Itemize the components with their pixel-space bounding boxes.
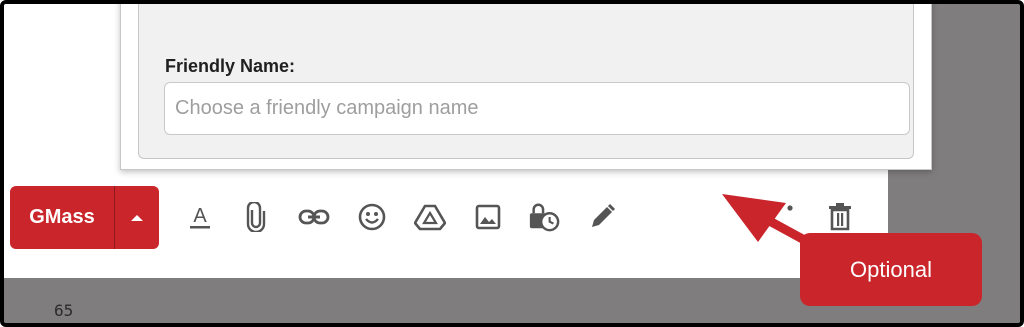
optional-callout: Optional	[800, 233, 982, 306]
screenshot-frame: 65 Friendly Name: GMass A	[0, 0, 1024, 327]
